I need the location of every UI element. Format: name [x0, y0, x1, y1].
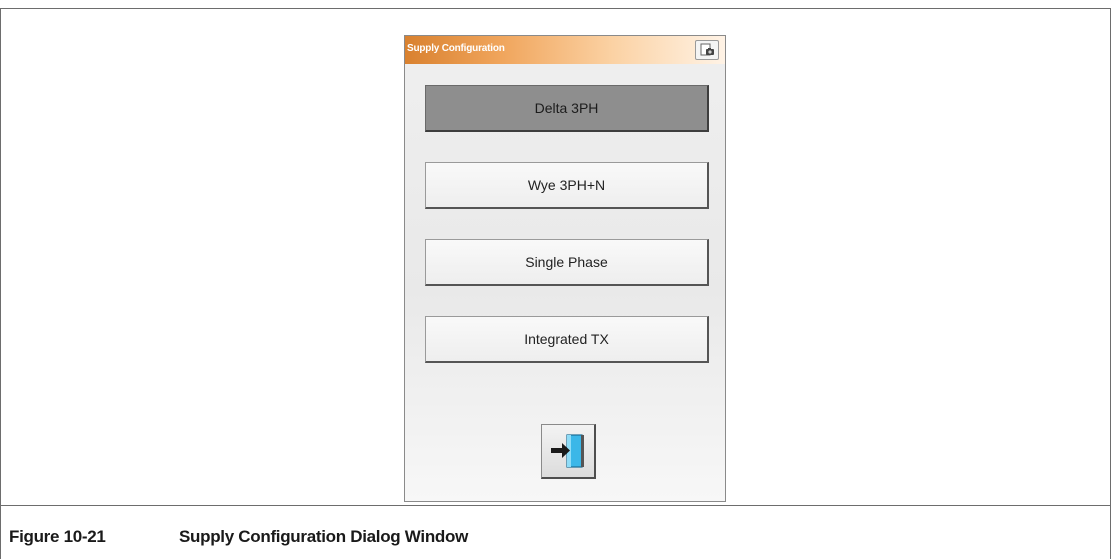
- dialog-title: Supply Configuration: [407, 43, 505, 54]
- option-label: Wye 3PH+N: [527, 177, 606, 193]
- figure-caption-text: Supply Configuration Dialog Window: [179, 527, 469, 546]
- exit-door-icon: [551, 434, 584, 468]
- option-integrated-tx-button[interactable]: Integrated TX: [425, 316, 709, 363]
- option-label: Integrated TX: [524, 331, 609, 347]
- figure-number: Figure 10-21: [9, 527, 106, 546]
- option-single-phase-button[interactable]: Single Phase: [425, 239, 709, 286]
- option-label: Single Phase: [525, 254, 608, 270]
- option-label: Delta 3PH: [534, 100, 599, 116]
- figure-caption: Figure 10-21 Supply Configuration Dialog …: [9, 527, 468, 547]
- option-wye-3ph-n-button[interactable]: Wye 3PH+N: [425, 162, 709, 209]
- dialog-titlebar: Supply Configuration: [405, 36, 725, 64]
- camera-icon: [700, 43, 714, 56]
- option-delta-3ph-button[interactable]: Delta 3PH: [425, 85, 709, 132]
- screenshot-button[interactable]: [695, 40, 719, 60]
- exit-button[interactable]: [541, 424, 596, 479]
- supply-configuration-dialog: Supply Configuration Delta 3PH Wye 3PH+N…: [404, 35, 726, 502]
- figure-divider: [0, 505, 1111, 506]
